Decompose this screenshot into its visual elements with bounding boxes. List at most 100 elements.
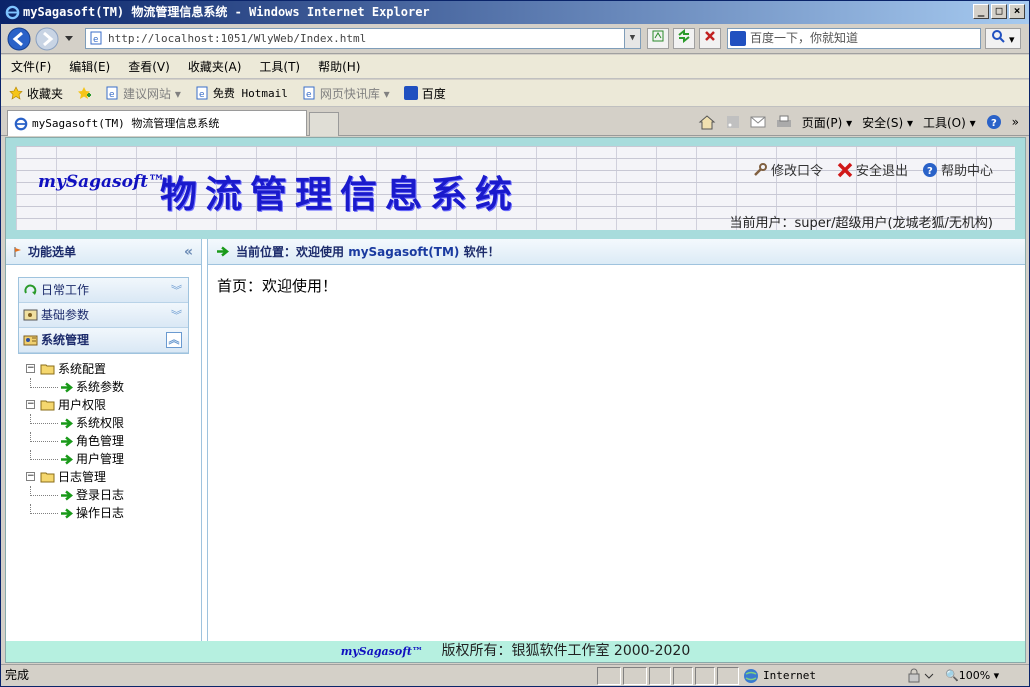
home-icon[interactable] [698, 114, 716, 130]
help-icon[interactable]: ? [986, 114, 1002, 130]
green-arrow-icon [61, 490, 73, 501]
daily-work-icon [24, 284, 37, 295]
search-placeholder: 百度一下，你就知道 [750, 31, 859, 45]
tree-leaf-operation-log[interactable]: 操作日志 [26, 504, 201, 522]
tree-node-user-permissions[interactable]: − 用户权限 [26, 396, 201, 414]
protected-mode-icon[interactable] [907, 668, 937, 684]
svg-text:e: e [109, 90, 115, 100]
help-center-link[interactable]: ? 帮助中心 [922, 160, 993, 179]
green-arrow-icon [61, 508, 73, 519]
site-header: mySagasoft™ 物流管理信息系统 修改口令 安全退出 ? 帮助中心 当前… [6, 138, 1025, 239]
cmd-more[interactable]: » [1012, 115, 1019, 129]
tree-leaf-system-permissions[interactable]: 系统权限 [26, 414, 201, 432]
menu-favorites[interactable]: 收藏夹(A) [188, 58, 242, 75]
status-text: 完成 [5, 668, 30, 682]
welcome-text: 首页：欢迎使用！ [217, 277, 338, 295]
ie-page-icon: e [303, 86, 315, 100]
favorites-bar: 收藏夹 e 建议网站 ▾ e 免费 Hotmail e 网页快讯库 ▾ 百度 [1, 80, 1029, 107]
address-dropdown-icon[interactable]: ▼ [624, 29, 640, 48]
minimize-button[interactable]: _ [973, 4, 989, 19]
security-zone[interactable]: Internet [743, 665, 816, 686]
history-dropdown-icon[interactable] [64, 35, 74, 43]
star-icon [9, 86, 23, 100]
green-arrow-icon [61, 436, 73, 447]
cmd-page[interactable]: 页面(P) ▾ [802, 114, 852, 131]
group-base-params[interactable]: 基础参数 ︾ [19, 303, 188, 328]
header-banner: mySagasoft™ 物流管理信息系统 修改口令 安全退出 ? 帮助中心 当前… [16, 146, 1015, 231]
page-icon: e [90, 31, 102, 45]
site-footer: mySagasoft™ 版权所有：银狐软件工作室 2000-2020 [6, 641, 1025, 662]
folder-open-icon [40, 472, 55, 483]
browser-window: mySagasoft(TM) 物流管理信息系统 - Windows Intern… [0, 0, 1030, 687]
tree-leaf-system-params[interactable]: 系统参数 [26, 378, 201, 396]
fav-suggested-sites[interactable]: e 建议网站 ▾ [105, 85, 181, 102]
help-icon: ? [922, 162, 937, 177]
favorites-button[interactable]: 收藏夹 [9, 85, 63, 102]
breadcrumb: 当前位置：欢迎使用 mySagasoft(TM) 软件！ [208, 239, 1025, 265]
svg-text:e: e [93, 35, 98, 45]
menu-edit[interactable]: 编辑(E) [69, 58, 110, 75]
search-input[interactable]: 百度一下，你就知道 [727, 28, 981, 49]
tree-leaf-login-log[interactable]: 登录日志 [26, 486, 201, 504]
function-menu-panel: 功能选单 « 日常工作 ︾ 基础参数 ︾ 系统管理 ︽ − 系统配置 系统参数 … [6, 239, 202, 641]
function-menu-header: 功能选单 « [6, 239, 201, 265]
add-favorite-button[interactable] [77, 86, 92, 100]
tree-node-log-management[interactable]: − 日志管理 [26, 468, 201, 486]
tree-leaf-user-management[interactable]: 用户管理 [26, 450, 201, 468]
maximize-button[interactable]: □ [991, 4, 1007, 19]
menu-view[interactable]: 查看(V) [128, 58, 170, 75]
group-daily-work[interactable]: 日常工作 ︾ [19, 278, 188, 303]
collapse-panel-button[interactable]: « [184, 239, 193, 265]
refresh-button[interactable] [673, 28, 695, 49]
system-admin-tree: − 系统配置 系统参数 − 用户权限 系统权限 角色管理 用户管理 − 日志管理… [26, 360, 201, 522]
tree-node-system-config[interactable]: − 系统配置 [26, 360, 201, 378]
baidu-icon [403, 86, 418, 100]
menu-file[interactable]: 文件(F) [11, 58, 51, 75]
tab-active[interactable]: mySagasoft(TM) 物流管理信息系统 [7, 110, 307, 136]
wrench-icon [754, 162, 767, 176]
cmd-safety[interactable]: 安全(S) ▾ [862, 114, 913, 131]
breadcrumb-brand: mySagasoft(TM) [348, 245, 460, 259]
svg-text:?: ? [991, 118, 997, 129]
compat-view-button[interactable] [647, 28, 669, 49]
tree-collapse-icon[interactable]: − [26, 472, 35, 481]
menu-help[interactable]: 帮助(H) [318, 58, 360, 75]
chevron-down-icon[interactable]: ︾ [171, 303, 182, 328]
title-bar: mySagasoft(TM) 物流管理信息系统 - Windows Intern… [1, 1, 1029, 24]
change-password-link[interactable]: 修改口令 [752, 160, 823, 179]
magnifier-icon [992, 30, 1006, 43]
group-system-admin[interactable]: 系统管理 ︽ [19, 328, 188, 353]
cmd-tools[interactable]: 工具(O) ▾ [923, 114, 976, 131]
new-tab-button[interactable] [309, 112, 339, 136]
address-field[interactable]: e http://localhost:1051/WlyWeb/Index.htm… [85, 28, 641, 49]
chevron-up-icon[interactable]: ︽ [166, 332, 182, 348]
search-button[interactable]: ▾ [985, 28, 1021, 49]
fav-hotmail[interactable]: e 免费 Hotmail [195, 85, 288, 101]
ie-logo-icon [14, 117, 28, 131]
print-icon[interactable] [776, 115, 792, 129]
menu-groups: 日常工作 ︾ 基础参数 ︾ 系统管理 ︽ [18, 277, 189, 354]
mail-icon[interactable] [750, 116, 766, 128]
system-title: 物流管理信息系统 [160, 172, 520, 216]
current-user: 当前用户：super/超级用户(龙城老狐/无机构) [729, 216, 993, 231]
system-admin-icon [23, 335, 38, 346]
fav-web-slice-gallery[interactable]: e 网页快讯库 ▾ [302, 85, 390, 102]
tree-collapse-icon[interactable]: − [26, 364, 35, 373]
stop-button[interactable] [699, 28, 721, 49]
folder-open-icon [40, 364, 55, 375]
svg-text:e: e [199, 90, 205, 100]
back-button[interactable] [7, 27, 31, 51]
chevron-down-icon[interactable]: ︾ [171, 278, 182, 303]
zoom-level[interactable]: 🔍100% ▾ [945, 665, 999, 686]
forward-button[interactable] [35, 27, 59, 51]
address-row: e http://localhost:1051/WlyWeb/Index.htm… [1, 24, 1029, 54]
menu-tools[interactable]: 工具(T) [259, 58, 300, 75]
feeds-icon[interactable] [726, 115, 740, 129]
logout-link[interactable]: 安全退出 [837, 160, 908, 179]
fav-baidu[interactable]: 百度 [403, 85, 446, 102]
web-page: mySagasoft™ 物流管理信息系统 修改口令 安全退出 ? 帮助中心 当前… [5, 137, 1026, 663]
tree-leaf-role-management[interactable]: 角色管理 [26, 432, 201, 450]
close-button[interactable]: × [1009, 4, 1025, 19]
menu-bar: 文件(F) 编辑(E) 查看(V) 收藏夹(A) 工具(T) 帮助(H) [1, 55, 1029, 79]
tree-collapse-icon[interactable]: − [26, 400, 35, 409]
